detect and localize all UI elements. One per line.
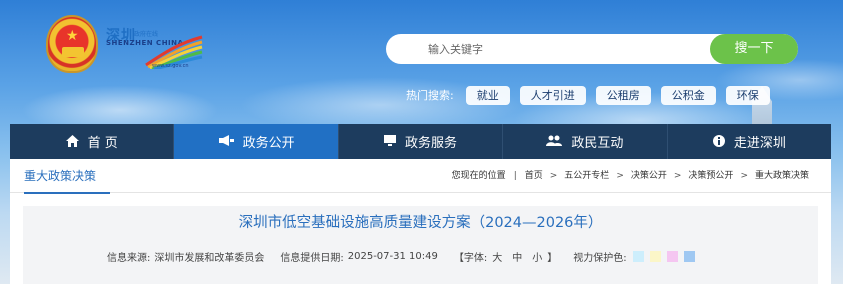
font-size-large[interactable]: 大 (492, 249, 502, 264)
article-title: 深圳市低空基础设施高质量建设方案（2024—2026年） (238, 215, 603, 231)
hot-tag-environment[interactable]: 环保 (725, 85, 770, 105)
breadcrumb-separator: > (616, 171, 624, 181)
megaphone-icon (218, 135, 234, 148)
main-nav: 首 页 政务公开 政务服务 政民互动 走进深圳 (10, 124, 831, 159)
hot-tag-talent[interactable]: 人才引进 (519, 85, 586, 105)
breadcrumb-five-open[interactable]: 五公开专栏 (564, 159, 609, 193)
date-value: 2025-07-31 10:49 (347, 251, 438, 262)
search-button[interactable]: 搜一下 (710, 34, 798, 64)
site-logo[interactable]: 深圳 政府在线 SHENZHEN CHINA www.sz.gov.cn (106, 25, 206, 71)
breadcrumb-decision-preopen[interactable]: 决策预公开 (688, 159, 733, 193)
gate-icon (62, 47, 84, 57)
nav-explore-shenzhen-label: 走进深圳 (733, 136, 786, 151)
eye-protection-label: 视力保护色: (573, 253, 627, 264)
breadcrumb-major-policy[interactable]: 重大政策决策 (755, 159, 809, 193)
search-box: 搜一下 (386, 34, 798, 64)
nav-gov-services[interactable]: 政务服务 (339, 124, 504, 159)
star-icon: ★ (66, 28, 79, 44)
hot-search-label: 热门搜索: (406, 89, 454, 102)
hot-tag-jobs[interactable]: 就业 (465, 85, 510, 105)
font-size-close: 】 (547, 253, 558, 264)
nav-public-interaction-label: 政民互动 (571, 136, 624, 151)
source-label: 信息来源: (107, 253, 151, 264)
info-icon (712, 134, 725, 149)
people-icon (546, 135, 563, 148)
font-size-medium[interactable]: 中 (512, 249, 522, 264)
breadcrumb-separator: > (673, 171, 682, 181)
font-size-label: 【字体: (453, 253, 488, 264)
home-icon (65, 134, 79, 149)
eye-color-swatch[interactable] (666, 251, 678, 262)
nav-explore-shenzhen[interactable]: 走进深圳 (668, 124, 831, 159)
breadcrumb-separator: > (549, 171, 558, 181)
nav-gov-services-label: 政务服务 (405, 136, 458, 151)
breadcrumb-bar: 重大政策决策 您现在的位置 | 首页 > 五公开专栏 > 决策公开 > 决策预公… (10, 159, 831, 194)
nav-gov-affairs-open[interactable]: 政务公开 (174, 124, 339, 159)
eye-color-swatch[interactable] (649, 251, 661, 262)
eye-color-swatch[interactable] (683, 251, 695, 262)
nav-home-label: 首 页 (87, 136, 118, 151)
hot-tag-public-housing[interactable]: 公租房 (595, 85, 651, 105)
nav-gov-affairs-open-label: 政务公开 (242, 136, 295, 151)
font-size-small[interactable]: 小 (532, 249, 542, 264)
source-value: 深圳市发展和改革委员会 (154, 253, 265, 264)
article-meta: 信息来源: 深圳市发展和改革委员会 信息提供日期: 2025-07-31 10:… (107, 249, 695, 264)
breadcrumb-divider: | (513, 171, 517, 181)
breadcrumb: 您现在的位置 | 首页 > 五公开专栏 > 决策公开 > 决策预公开 > 重大政… (452, 159, 809, 193)
section-title[interactable]: 重大政策决策 (24, 159, 111, 194)
breadcrumb-prefix: 您现在的位置 (451, 171, 506, 181)
content-panel: 重大政策决策 您现在的位置 | 首页 > 五公开专栏 > 决策公开 > 决策预公… (10, 159, 831, 284)
breadcrumb-separator: > (740, 171, 748, 181)
nav-public-interaction[interactable]: 政民互动 (503, 124, 668, 159)
date-label: 信息提供日期: (280, 253, 344, 264)
logo-url: www.sz.gov.cn (152, 63, 189, 69)
breadcrumb-home[interactable]: 首页 (525, 159, 543, 193)
monitor-icon (384, 135, 396, 148)
hot-search: 热门搜索: 就业 人才引进 公租房 公积金 环保 (406, 85, 780, 105)
eye-color-swatch[interactable] (632, 251, 644, 262)
breadcrumb-decision-open[interactable]: 决策公开 (631, 159, 667, 193)
nav-home[interactable]: 首 页 (10, 124, 175, 159)
national-emblem-icon: ★ (46, 15, 98, 73)
article-header: 深圳市低空基础设施高质量建设方案（2024—2026年） 信息来源: 深圳市发展… (23, 206, 818, 284)
search-input[interactable] (386, 34, 706, 64)
hot-tag-housing-fund[interactable]: 公积金 (660, 85, 716, 105)
